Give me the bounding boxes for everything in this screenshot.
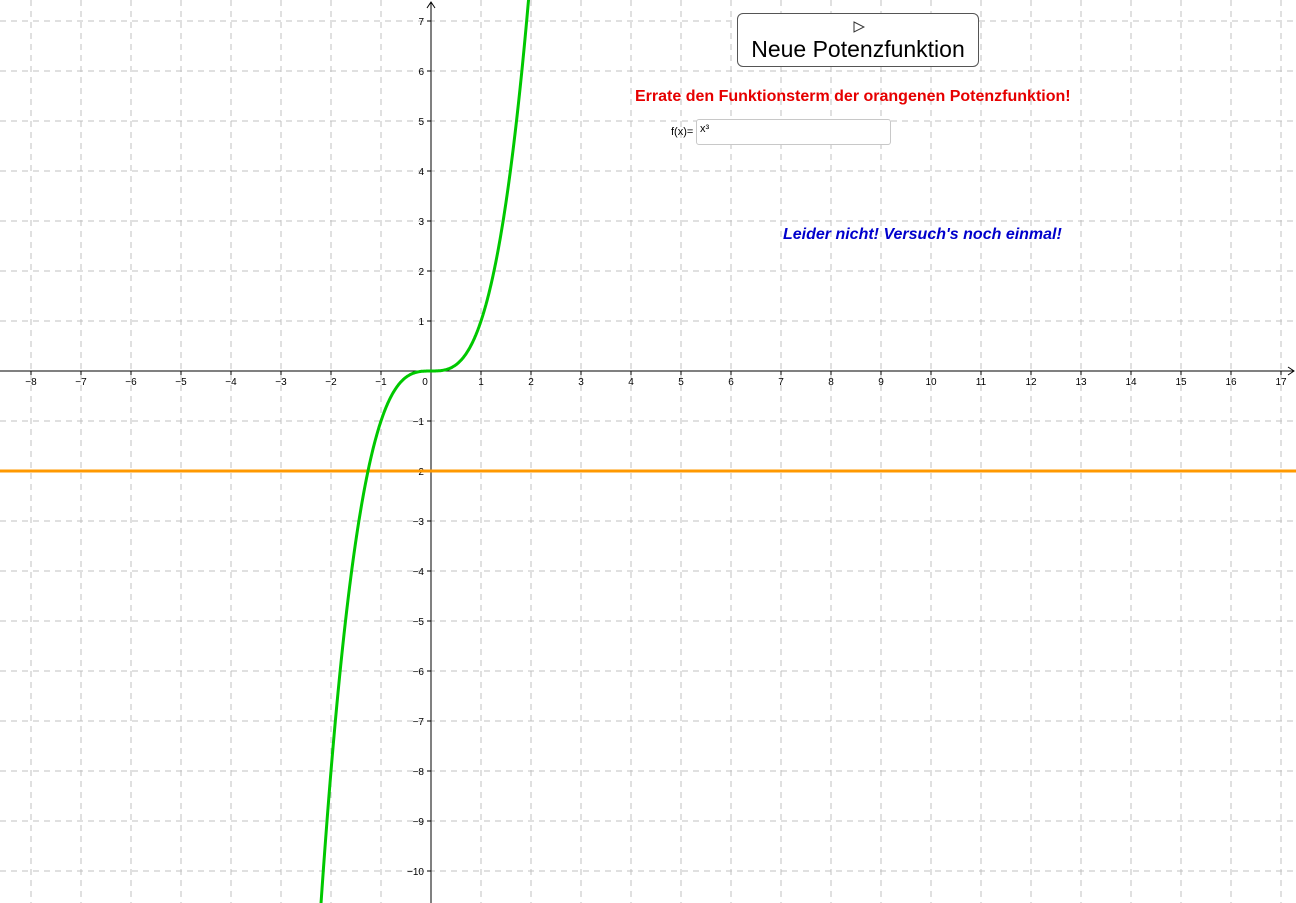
x-tick-label: 1 <box>478 377 484 388</box>
feedback-message: Leider nicht! Versuch's noch einmal! <box>783 226 1062 243</box>
y-tick-label: 6 <box>418 67 424 78</box>
function-input[interactable]: x³ <box>696 119 891 145</box>
guess-function-curve <box>319 0 531 903</box>
x-tick-label: 10 <box>925 377 937 388</box>
x-tick-label: 4 <box>628 377 634 388</box>
y-tick-label: −8 <box>413 767 425 778</box>
x-tick-label: 7 <box>778 377 784 388</box>
y-tick-label: 2 <box>418 267 424 278</box>
grid-lines <box>0 0 1296 903</box>
x-tick-label: 6 <box>728 377 734 388</box>
coordinate-graph[interactable]: −8 −7 −6 −5 −4 −3 −2 −1 0 1 2 3 4 5 6 7 8 9 10 11 12 13 14 15 16… <box>0 0 1296 903</box>
x-tick-label: −2 <box>325 377 337 388</box>
y-tick-label: 7 <box>418 17 424 28</box>
y-tick-label: −1 <box>413 417 425 428</box>
x-tick-label: 5 <box>678 377 684 388</box>
x-tick-label: 15 <box>1175 377 1187 388</box>
x-tick-label: 13 <box>1075 377 1087 388</box>
x-tick-label: 16 <box>1225 377 1237 388</box>
x-tick-label: 0 <box>422 377 428 388</box>
prompt-text: Errate den Funktionsterm der orangenen P… <box>635 88 1071 105</box>
x-tick-label: 8 <box>828 377 834 388</box>
x-tick-label: 3 <box>578 377 584 388</box>
x-tick-label: 2 <box>528 377 534 388</box>
y-tick-label: −10 <box>407 867 424 878</box>
y-tick-label: 4 <box>418 167 424 178</box>
y-tick-label: −5 <box>413 617 425 628</box>
x-tick-label: −1 <box>375 377 387 388</box>
new-function-button[interactable]: Neue Potenzfunktion <box>737 13 979 67</box>
new-function-label: Neue Potenzfunktion <box>751 36 965 62</box>
y-tick-label: −6 <box>413 667 425 678</box>
x-tick-label: −5 <box>175 377 187 388</box>
y-tick-label: −7 <box>413 717 425 728</box>
curves <box>0 0 1296 903</box>
y-tick-label: −3 <box>413 517 425 528</box>
x-tick-label: −3 <box>275 377 287 388</box>
play-icon <box>853 21 865 33</box>
x-tick-label: 9 <box>878 377 884 388</box>
x-tick-label: 17 <box>1275 377 1287 388</box>
x-tick-label: −4 <box>225 377 237 388</box>
y-tick-label: −9 <box>413 817 425 828</box>
x-tick-label: −8 <box>25 377 37 388</box>
y-tick-label: 1 <box>418 317 424 328</box>
x-tick-label: −7 <box>75 377 87 388</box>
x-tick-label: 14 <box>1125 377 1137 388</box>
y-tick-label: 3 <box>418 217 424 228</box>
y-tick-label: 5 <box>418 117 424 128</box>
y-tick-label: −4 <box>413 567 425 578</box>
tick-labels: −8 −7 −6 −5 −4 −3 −2 −1 0 1 2 3 4 5 6 7 8 9 10 11 12 13 14 15 16… <box>25 17 1287 878</box>
x-tick-label: 12 <box>1025 377 1037 388</box>
function-input-label: f(x)= <box>671 126 694 138</box>
x-tick-label: −6 <box>125 377 137 388</box>
axes <box>0 1 1295 903</box>
x-tick-label: 11 <box>976 377 987 388</box>
